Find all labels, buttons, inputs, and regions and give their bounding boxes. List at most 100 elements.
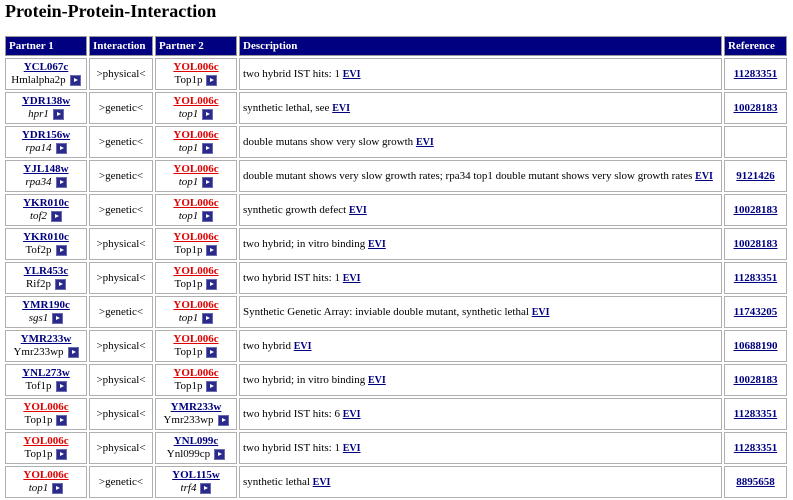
reference-link[interactable]: 11283351: [734, 272, 777, 284]
arrow-right-icon[interactable]: [202, 142, 214, 154]
partner2-protein-name: Ymr233wp: [163, 414, 214, 426]
arrow-right-icon[interactable]: [55, 244, 67, 256]
arrow-right-icon[interactable]: [52, 482, 64, 494]
evi-link[interactable]: EVI: [343, 409, 361, 420]
partner1-protein-name: Top1p: [24, 414, 53, 426]
partner2-gene-link[interactable]: YOL006c: [173, 95, 218, 107]
arrow-right-icon[interactable]: [206, 244, 218, 256]
arrow-right-icon[interactable]: [200, 482, 212, 494]
evi-link[interactable]: EVI: [343, 69, 361, 80]
reference-link[interactable]: 11743205: [734, 306, 777, 318]
interaction-type: >physical<: [89, 228, 153, 260]
description-text: two hybrid; in vitro binding: [243, 374, 366, 386]
arrow-right-icon[interactable]: [202, 176, 214, 188]
arrow-right-icon[interactable]: [202, 108, 214, 120]
evi-link[interactable]: EVI: [343, 273, 361, 284]
reference-link[interactable]: 11283351: [734, 68, 777, 80]
evi-link[interactable]: EVI: [695, 171, 713, 182]
arrow-right-icon[interactable]: [52, 108, 64, 120]
reference-link[interactable]: 10688190: [734, 340, 778, 352]
partner1-protein-name: Top1p: [24, 448, 53, 460]
arrow-right-icon[interactable]: [55, 278, 67, 290]
arrow-right-icon[interactable]: [202, 210, 214, 222]
arrow-right-icon[interactable]: [55, 176, 67, 188]
evi-link[interactable]: EVI: [349, 205, 367, 216]
partner2-gene-link[interactable]: YOL006c: [173, 333, 218, 345]
reference-link[interactable]: 10028183: [734, 204, 778, 216]
arrow-right-icon[interactable]: [206, 346, 218, 358]
arrow-right-icon[interactable]: [69, 74, 81, 86]
reference-link[interactable]: 10028183: [734, 374, 778, 386]
partner1-gene-link[interactable]: YOL006c: [23, 435, 68, 447]
arrow-right-icon[interactable]: [217, 414, 229, 426]
arrow-right-icon[interactable]: [206, 278, 218, 290]
arrow-right-icon[interactable]: [55, 380, 67, 392]
partner2-cell: YMR233w Ymr233wp: [155, 398, 237, 430]
interaction-table: Partner 1 Interaction Partner 2 Descript…: [3, 34, 789, 500]
partner1-gene-link[interactable]: YCL067c: [24, 61, 69, 73]
header-interaction: Interaction: [89, 36, 153, 56]
arrow-right-icon[interactable]: [52, 312, 64, 324]
partner1-gene-link[interactable]: YKR010c: [23, 231, 69, 243]
partner1-gene-link[interactable]: YJL148w: [23, 163, 68, 175]
partner2-gene-link[interactable]: YNL099c: [174, 435, 219, 447]
partner1-cell: YOL006c Top1p: [5, 398, 87, 430]
partner1-protein-name: Tof1p: [25, 380, 52, 392]
arrow-right-icon[interactable]: [206, 380, 218, 392]
evi-link[interactable]: EVI: [343, 443, 361, 454]
partner2-cell: YOL115w trf4: [155, 466, 237, 498]
partner2-gene-link[interactable]: YMR233w: [171, 401, 222, 413]
evi-link[interactable]: EVI: [368, 375, 386, 386]
partner2-gene-link[interactable]: YOL006c: [173, 129, 218, 141]
partner2-gene-link[interactable]: YOL006c: [173, 61, 218, 73]
reference-link[interactable]: 11283351: [734, 408, 777, 420]
partner1-gene-link[interactable]: YNL273w: [22, 367, 70, 379]
partner1-gene-link[interactable]: YOL006c: [23, 401, 68, 413]
evi-link[interactable]: EVI: [368, 239, 386, 250]
partner1-gene-link[interactable]: YOL006c: [23, 469, 68, 481]
partner1-gene-link[interactable]: YMR190c: [22, 299, 70, 311]
arrow-right-icon[interactable]: [56, 414, 68, 426]
arrow-right-icon[interactable]: [67, 346, 79, 358]
description-cell: double mutant shows very slow growth rat…: [239, 160, 722, 192]
arrow-right-icon[interactable]: [202, 312, 214, 324]
arrow-right-icon[interactable]: [214, 448, 226, 460]
partner1-gene-link[interactable]: YDR156w: [22, 129, 70, 141]
partner2-gene-link[interactable]: YOL006c: [173, 231, 218, 243]
evi-link[interactable]: EVI: [532, 307, 550, 318]
arrow-right-icon[interactable]: [206, 74, 218, 86]
evi-link[interactable]: EVI: [416, 137, 434, 148]
arrow-right-icon[interactable]: [56, 448, 68, 460]
evi-link[interactable]: EVI: [313, 477, 331, 488]
interaction-type: >physical<: [89, 330, 153, 362]
reference-link[interactable]: 10028183: [734, 102, 778, 114]
description-cell: two hybrid IST hits: 1 EVI: [239, 432, 722, 464]
evi-link[interactable]: EVI: [332, 103, 350, 114]
arrow-right-icon[interactable]: [51, 210, 63, 222]
header-partner1: Partner 1: [5, 36, 87, 56]
partner1-cell: YOL006c top1: [5, 466, 87, 498]
partner2-gene-link[interactable]: YOL006c: [173, 299, 218, 311]
partner1-cell: YJL148w rpa34: [5, 160, 87, 192]
partner1-cell: YCL067c Hmlalpha2p: [5, 58, 87, 90]
partner2-gene-link[interactable]: YOL115w: [172, 469, 220, 481]
reference-link[interactable]: 10028183: [734, 238, 778, 250]
partner2-gene-link[interactable]: YOL006c: [173, 197, 218, 209]
partner1-gene-link[interactable]: YKR010c: [23, 197, 69, 209]
reference-link[interactable]: 9121426: [736, 170, 775, 182]
partner2-gene-link[interactable]: YOL006c: [173, 367, 218, 379]
partner1-gene-link[interactable]: YDR138w: [22, 95, 70, 107]
description-text: double mutans show very slow growth: [243, 136, 414, 148]
partner1-cell: YNL273w Tof1p: [5, 364, 87, 396]
arrow-right-icon[interactable]: [55, 142, 67, 154]
description-text: two hybrid IST hits: 1: [243, 272, 340, 284]
reference-link[interactable]: 11283351: [734, 442, 777, 454]
partner1-gene-link[interactable]: YMR233w: [21, 333, 72, 345]
evi-link[interactable]: EVI: [294, 341, 312, 352]
partner1-cell: YKR010c Tof2p: [5, 228, 87, 260]
partner1-gene-link[interactable]: YLR453c: [24, 265, 69, 277]
partner2-gene-link[interactable]: YOL006c: [173, 265, 218, 277]
partner2-gene-link[interactable]: YOL006c: [173, 163, 218, 175]
reference-link[interactable]: 8895658: [736, 476, 775, 488]
partner2-protein-name: top1: [178, 142, 199, 154]
